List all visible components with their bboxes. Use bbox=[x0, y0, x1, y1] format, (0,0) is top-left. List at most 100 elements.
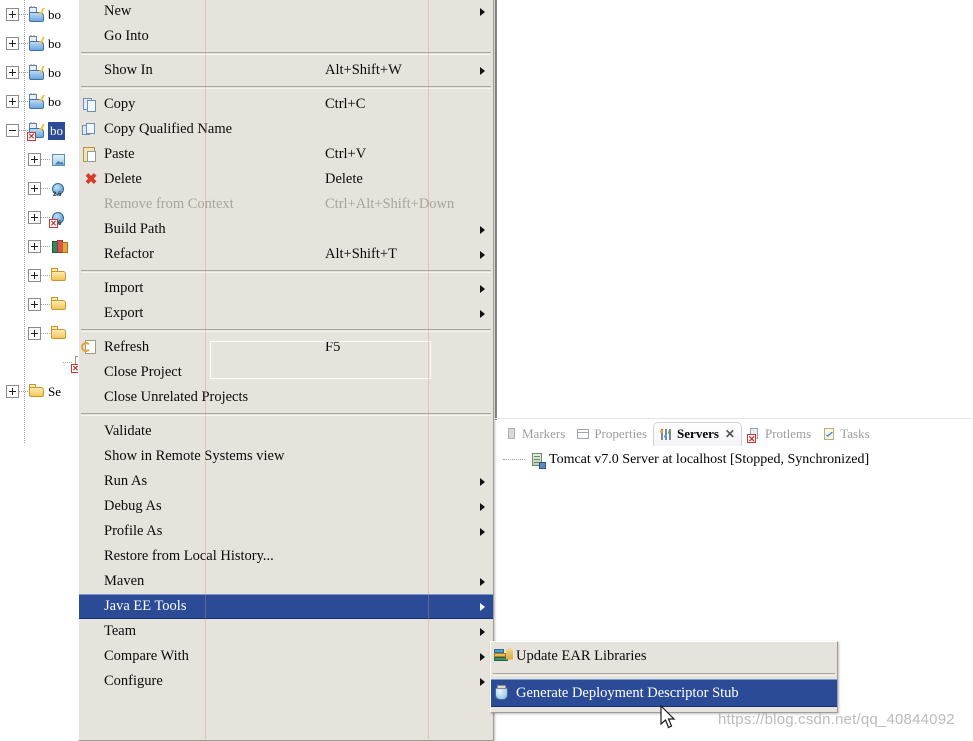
tree-row[interactable]: Se bbox=[0, 377, 78, 406]
menu-item-validate[interactable]: Validate bbox=[79, 419, 493, 444]
pane-divider-horizontal[interactable] bbox=[495, 418, 973, 419]
expand-icon[interactable] bbox=[6, 8, 19, 21]
tree-lead-line bbox=[503, 459, 525, 461]
menu-icon-placeholder bbox=[81, 498, 101, 515]
expand-icon[interactable] bbox=[28, 240, 41, 253]
menu-item-label: Copy Qualified Name bbox=[104, 121, 233, 137]
menu-item-shortcut: Ctrl+Alt+Shift+Down bbox=[325, 196, 455, 212]
view-tab-bar: Markers Properties Servers ✕ Protlems Tasks bbox=[495, 420, 973, 446]
menu-item-update-ear-libraries[interactable]: Update EAR Libraries bbox=[491, 642, 837, 670]
menu-item-profile-as[interactable]: Profile As bbox=[79, 519, 493, 544]
expand-icon[interactable] bbox=[6, 37, 19, 50]
expand-icon[interactable] bbox=[28, 298, 41, 311]
pane-divider-vertical[interactable] bbox=[495, 0, 497, 420]
expand-icon[interactable] bbox=[28, 153, 41, 166]
expand-icon[interactable] bbox=[28, 211, 41, 224]
submenu-arrow-icon bbox=[480, 627, 485, 636]
menu-item-import[interactable]: Import bbox=[79, 276, 493, 301]
menu-item-new[interactable]: New bbox=[79, 0, 493, 24]
menu-item-compare-with[interactable]: Compare With bbox=[79, 644, 493, 669]
menu-item-refactor[interactable]: Refactor Alt+Shift+T bbox=[79, 242, 493, 267]
folder-icon bbox=[50, 325, 67, 342]
menu-item-debug-as[interactable]: Debug As bbox=[79, 494, 493, 519]
menu-item-label: Export bbox=[104, 305, 144, 321]
menu-item-show-in[interactable]: Show In Alt+Shift+W bbox=[79, 58, 493, 83]
menu-item-refresh[interactable]: Refresh F5 bbox=[79, 335, 493, 360]
submenu-arrow-icon bbox=[480, 577, 485, 586]
menu-item-configure[interactable]: Configure bbox=[79, 669, 493, 694]
tree-row[interactable]: ✕ bbox=[0, 348, 78, 377]
menu-item-run-as[interactable]: Run As bbox=[79, 469, 493, 494]
menu-item-label: Compare With bbox=[104, 648, 189, 664]
menu-item-maven[interactable]: Maven bbox=[79, 569, 493, 594]
tree-row[interactable]: Mbo bbox=[0, 29, 78, 58]
menu-item-close-project[interactable]: Close Project bbox=[79, 360, 493, 385]
menu-item-copy-qualified-name[interactable]: Copy Qualified Name bbox=[79, 117, 493, 142]
menu-separator bbox=[81, 329, 491, 332]
menu-item-generate-deployment-descriptor-stub[interactable]: Generate Deployment Descriptor Stub bbox=[491, 679, 837, 707]
library-icon bbox=[50, 239, 68, 255]
menu-item-paste[interactable]: Paste Ctrl+V bbox=[79, 142, 493, 167]
menu-item-show-in-remote-systems-view[interactable]: Show in Remote Systems view bbox=[79, 444, 493, 469]
tab-tasks[interactable]: Tasks bbox=[817, 423, 875, 446]
menu-icon-placeholder bbox=[81, 598, 101, 615]
submenu-arrow-icon bbox=[480, 66, 485, 75]
menu-icon-placeholder bbox=[81, 573, 101, 590]
tab-protlems[interactable]: Protlems bbox=[742, 423, 817, 446]
menu-item-go-into[interactable]: Go Into bbox=[79, 24, 493, 49]
tree-row[interactable] bbox=[0, 290, 78, 319]
tree-row[interactable]: 2.5 bbox=[0, 174, 78, 203]
delete-icon: ✖ bbox=[84, 171, 98, 188]
menu-item-delete[interactable]: ✖ Delete Delete bbox=[79, 167, 493, 192]
menu-item-copy[interactable]: Copy Ctrl+C bbox=[79, 92, 493, 117]
tree-row[interactable]: 2.5✕ bbox=[0, 203, 78, 232]
submenu-arrow-icon bbox=[480, 602, 485, 611]
tree-row[interactable]: Mbo bbox=[0, 87, 78, 116]
tree-connector bbox=[19, 390, 28, 393]
project-context-menu[interactable]: New Go Into Show In Alt+Shift+W Copy Ctrl+C Co… bbox=[78, 0, 494, 741]
menu-item-label: Import bbox=[104, 280, 144, 296]
java-ee-tools-submenu[interactable]: Update EAR Libraries Generate Deployment … bbox=[490, 641, 838, 713]
menu-item-export[interactable]: Export bbox=[79, 301, 493, 326]
menu-item-build-path[interactable]: Build Path bbox=[79, 217, 493, 242]
project-explorer[interactable]: MboMboMboMboM✕bo2.52.5✕✕Se bbox=[0, 0, 78, 739]
tree-connector bbox=[41, 187, 50, 190]
tree-row[interactable]: M✕bo bbox=[0, 116, 78, 145]
expand-icon[interactable] bbox=[6, 95, 19, 108]
close-icon[interactable]: ✕ bbox=[725, 427, 735, 441]
generate-stub-icon bbox=[493, 684, 513, 702]
expand-icon[interactable] bbox=[28, 182, 41, 195]
menu-item-team[interactable]: Team bbox=[79, 619, 493, 644]
expand-icon[interactable] bbox=[28, 269, 41, 282]
tree-row[interactable]: Mbo bbox=[0, 58, 78, 87]
menu-item-shortcut: F5 bbox=[325, 339, 341, 355]
tab-properties[interactable]: Properties bbox=[571, 423, 653, 446]
tab-servers[interactable]: Servers ✕ bbox=[653, 422, 742, 446]
menu-item-java-ee-tools[interactable]: Java EE Tools bbox=[79, 594, 493, 619]
expand-icon[interactable] bbox=[28, 327, 41, 340]
menu-item-close-unrelated-projects[interactable]: Close Unrelated Projects bbox=[79, 385, 493, 410]
expand-icon[interactable] bbox=[6, 66, 19, 79]
expand-icon[interactable] bbox=[6, 385, 19, 398]
jre-library-icon: 2.5 bbox=[50, 181, 67, 198]
menu-item-label: Run As bbox=[104, 473, 148, 489]
ear-libraries-icon bbox=[493, 647, 513, 665]
collapse-icon[interactable] bbox=[6, 124, 19, 137]
tree-row[interactable] bbox=[0, 261, 78, 290]
folder-icon bbox=[50, 296, 67, 313]
menu-item-label: Refresh bbox=[104, 339, 150, 355]
menu-separator bbox=[81, 52, 491, 55]
tree-row[interactable] bbox=[0, 232, 78, 261]
tree-row[interactable] bbox=[0, 319, 78, 348]
tree-connector bbox=[41, 158, 50, 161]
error-badge-icon: ✕ bbox=[49, 218, 58, 228]
tree-row[interactable]: Mbo bbox=[0, 0, 78, 29]
tree-connector bbox=[19, 13, 28, 16]
menu-icon-placeholder bbox=[81, 196, 101, 213]
submenu-arrow-icon bbox=[480, 677, 485, 686]
tab-markers[interactable]: Markers bbox=[499, 423, 571, 446]
tree-row[interactable] bbox=[0, 145, 78, 174]
maven-project-icon: M bbox=[28, 35, 45, 52]
menu-item-restore-from-local-history[interactable]: Restore from Local History... bbox=[79, 544, 493, 569]
server-entry-row[interactable]: Tomcat v7.0 Server at localhost [Stopped… bbox=[495, 446, 973, 469]
